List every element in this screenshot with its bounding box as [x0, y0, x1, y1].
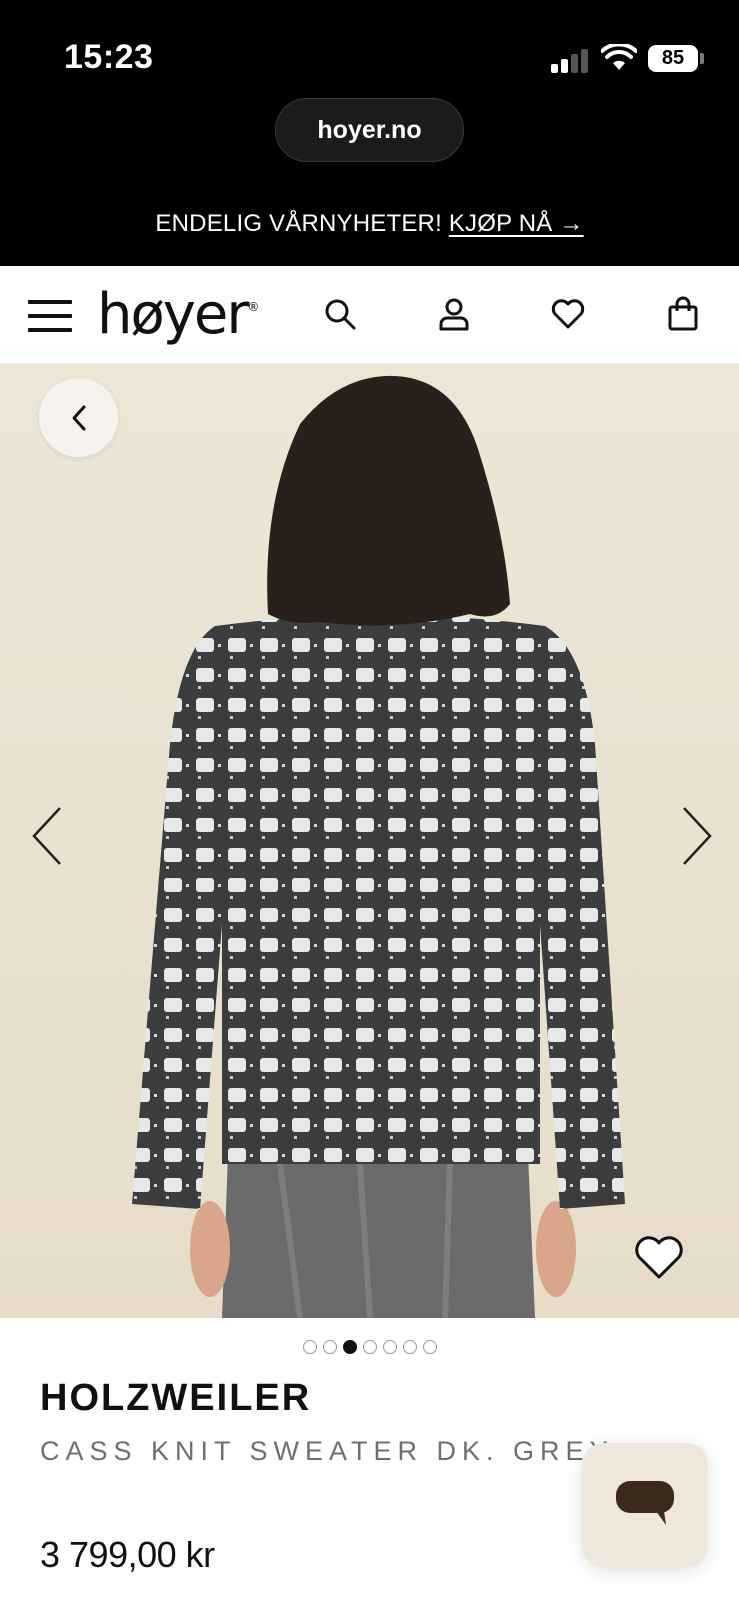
- logo-text: høyer: [97, 282, 249, 347]
- product-brand[interactable]: HOLZWEILER: [40, 1377, 311, 1420]
- gallery-dot[interactable]: [402, 1340, 417, 1354]
- product-photo: [0, 364, 739, 1318]
- cellular-signal-icon: [551, 49, 591, 73]
- back-button[interactable]: [39, 378, 118, 457]
- gallery-dot[interactable]: [302, 1340, 317, 1354]
- site-logo[interactable]: høyer®: [97, 282, 259, 347]
- add-to-wishlist-heart-icon[interactable]: [633, 1233, 685, 1281]
- product-price: 3 799,00 kr: [40, 1534, 215, 1575]
- gallery-dot[interactable]: [322, 1340, 337, 1354]
- bag-icon[interactable]: [665, 296, 701, 332]
- product-image-gallery[interactable]: [0, 364, 739, 1318]
- chat-button[interactable]: [582, 1443, 708, 1567]
- logo-registered-mark: ®: [247, 300, 260, 314]
- gallery-dot[interactable]: [342, 1340, 357, 1354]
- chat-bubble-icon: [616, 1481, 674, 1525]
- status-bar: 15:23 85: [0, 0, 739, 98]
- gallery-pagination: [0, 1340, 739, 1356]
- promo-text: ENDELIG VÅRNYHETER!: [155, 210, 449, 237]
- wifi-icon: [601, 44, 637, 70]
- previous-image-arrow-icon[interactable]: [28, 804, 68, 868]
- heart-icon[interactable]: [550, 296, 586, 332]
- menu-icon[interactable]: [28, 298, 72, 334]
- address-bar[interactable]: hoyer.no: [275, 98, 464, 162]
- site-header: høyer®: [0, 266, 739, 364]
- account-icon[interactable]: [436, 296, 472, 332]
- battery-indicator: 85: [648, 45, 698, 72]
- gallery-dot[interactable]: [362, 1340, 377, 1354]
- next-image-arrow-icon[interactable]: [676, 804, 716, 868]
- clock: 15:23: [64, 38, 154, 76]
- gallery-dot[interactable]: [422, 1340, 437, 1354]
- gallery-dot[interactable]: [382, 1340, 397, 1354]
- product-name: CASS KNIT SWEATER DK. GREY: [40, 1436, 614, 1466]
- browser-chrome: hoyer.no ENDELIG VÅRNYHETER! KJØP NÅ →: [0, 98, 739, 266]
- chevron-left-icon: [72, 405, 85, 430]
- search-icon[interactable]: [322, 296, 358, 332]
- promo-link[interactable]: KJØP NÅ →: [449, 210, 584, 237]
- battery-tip: [700, 53, 704, 64]
- promo-banner: ENDELIG VÅRNYHETER! KJØP NÅ →: [0, 210, 739, 238]
